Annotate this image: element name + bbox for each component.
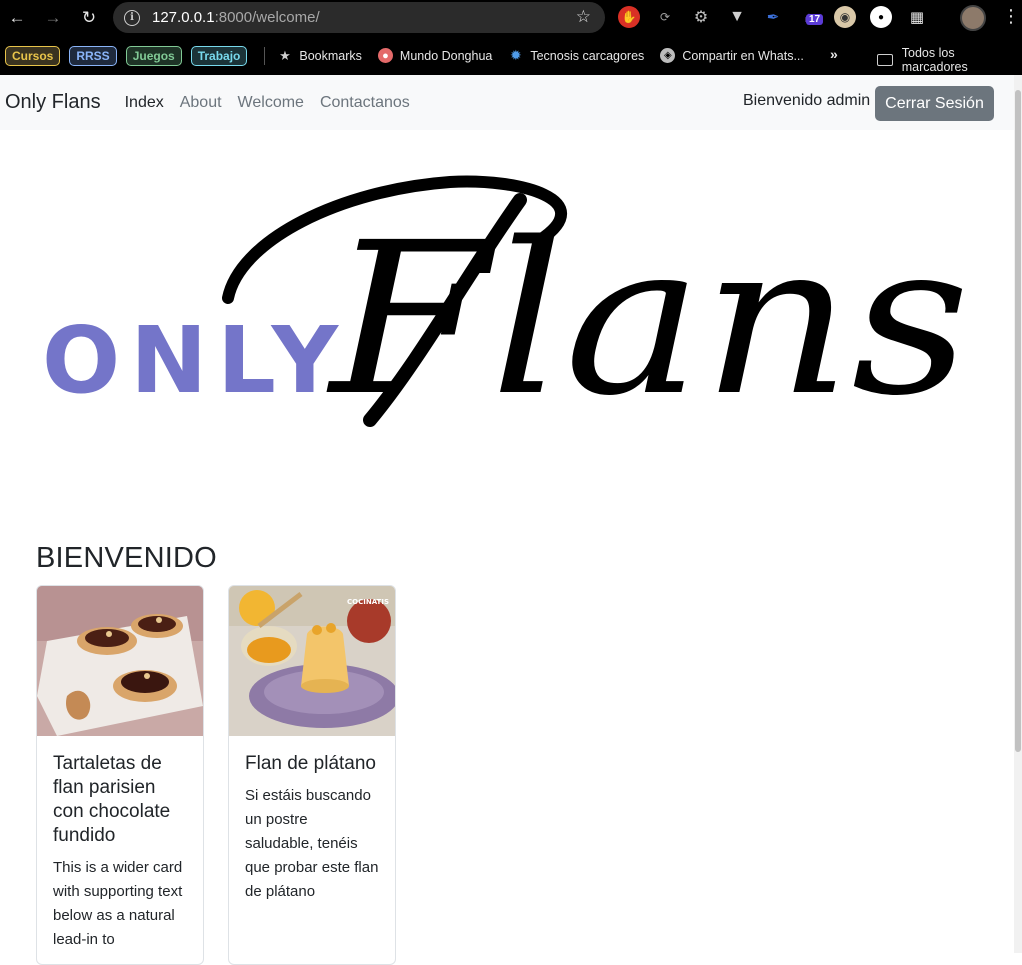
nav-links: Index About Welcome Contactanos [125,94,426,112]
pen-extension-icon[interactable]: ✒ [762,6,784,28]
bookmark-folder-cursos[interactable]: Cursos [5,45,61,66]
adblock-extension-icon[interactable]: ✋ [618,6,640,28]
scrollbar-thumb[interactable] [1015,90,1021,752]
flan-card[interactable]: Tartaletas de flan parisien con chocolat… [36,585,204,965]
navbar-brand[interactable]: Only Flans [5,91,101,114]
nav-link-contactanos[interactable]: Contactanos [320,94,410,112]
browser-menu-icon[interactable]: ⋮ [1002,6,1020,27]
image-watermark: COCINATIS [347,598,389,606]
url-text[interactable]: 127.0.0.1:8000/welcome/ [152,9,320,26]
site-info-icon[interactable]: i [124,9,140,26]
bookmark-folder-juegos[interactable]: Juegos [125,45,182,66]
card-image[interactable]: COCINATIS [229,586,395,736]
hero-logo: ONLY Flans [0,130,1014,530]
gear-extension-icon[interactable]: ⚙ [690,6,712,28]
bookmark-folder-rrss[interactable]: RRSS [69,45,117,66]
vue-extension-icon[interactable]: ▼ [726,6,748,28]
logo-flans-text: Flans [326,197,970,442]
globe-icon: ◈ [660,48,676,63]
bookmarks-divider [264,46,266,65]
nav-link-index[interactable]: Index [125,94,164,112]
profile-avatar[interactable] [960,5,986,31]
extensions-area: ✋ ⟳ ⚙ ▼ ✒ ⌂ ◉ ● ▦ [618,6,942,28]
site-navbar: Only Flans Index About Welcome Contactan… [0,75,1014,130]
welcome-user-text: Bienvenido admin [743,92,871,109]
only-flans-logo: ONLY Flans [42,175,970,442]
bookmark-mundo-donghua[interactable]: ● Mundo Donghua [377,48,492,63]
tecnosis-icon: ✹ [509,47,522,63]
more-bookmarks-icon[interactable]: » [830,46,838,62]
forward-arrow-icon[interactable]: → [42,7,64,29]
folder-icon [877,54,893,66]
nav-link-about[interactable]: About [180,94,222,112]
card-body: Flan de plátano Si estáis buscando un po… [229,736,395,904]
bookmark-bookmarks[interactable]: ★ Bookmarks [277,48,362,63]
logout-button[interactable]: Cerrar Sesión [875,86,994,121]
star-icon: ★ [279,47,291,63]
bookmarks-bar: Cursos RRSS Juegos Trabajo ★ Bookmarks ●… [0,36,1022,75]
glasses-extension-icon[interactable]: ◉ [834,6,856,28]
puzzle-extensions-icon[interactable]: ▦ [906,6,928,28]
bookmark-whatsapp[interactable]: ◈ Compartir en Whats... [660,48,804,63]
sync-extension-icon[interactable]: ⟳ [654,6,676,28]
browser-toolbar: ← → ↻ i 127.0.0.1:8000/welcome/ ☆ ✋ ⟳ ⚙ … [0,0,1022,36]
address-bar[interactable]: i 127.0.0.1:8000/welcome/ ☆ [113,2,605,33]
logo-only-text: ONLY [42,307,348,414]
tartaletas-image [37,586,203,736]
card-text: This is a wider card with supporting tex… [53,859,183,948]
bookmark-star-icon[interactable]: ☆ [576,7,591,27]
page-title: BIENVENIDO [36,542,217,574]
flan-platano-image: COCINATIS [229,586,395,736]
bookmark-folder-trabajo[interactable]: Trabajo [190,45,248,66]
bookmark-tecnosis[interactable]: ✹ Tecnosis carcagores [508,47,644,63]
back-arrow-icon[interactable]: ← [6,7,28,29]
all-bookmarks-folder[interactable]: Todos los marcadores [877,46,1022,74]
reload-icon[interactable]: ↻ [78,7,100,29]
card-image[interactable] [37,586,203,736]
extension-count-badge: 17 [806,14,824,25]
mundo-donghua-icon: ● [377,48,393,63]
card-text: Si estáis buscando un postre saludable, … [245,787,379,900]
card-title: Tartaletas de flan parisien con chocolat… [53,753,171,846]
card-body: Tartaletas de flan parisien con chocolat… [37,736,203,952]
reader-extension-icon[interactable]: ● [870,6,892,28]
card-title: Flan de plátano [245,753,376,774]
nav-link-welcome[interactable]: Welcome [238,94,304,112]
flan-card[interactable]: COCINATIS Flan de plátano Si estáis busc… [228,585,396,965]
